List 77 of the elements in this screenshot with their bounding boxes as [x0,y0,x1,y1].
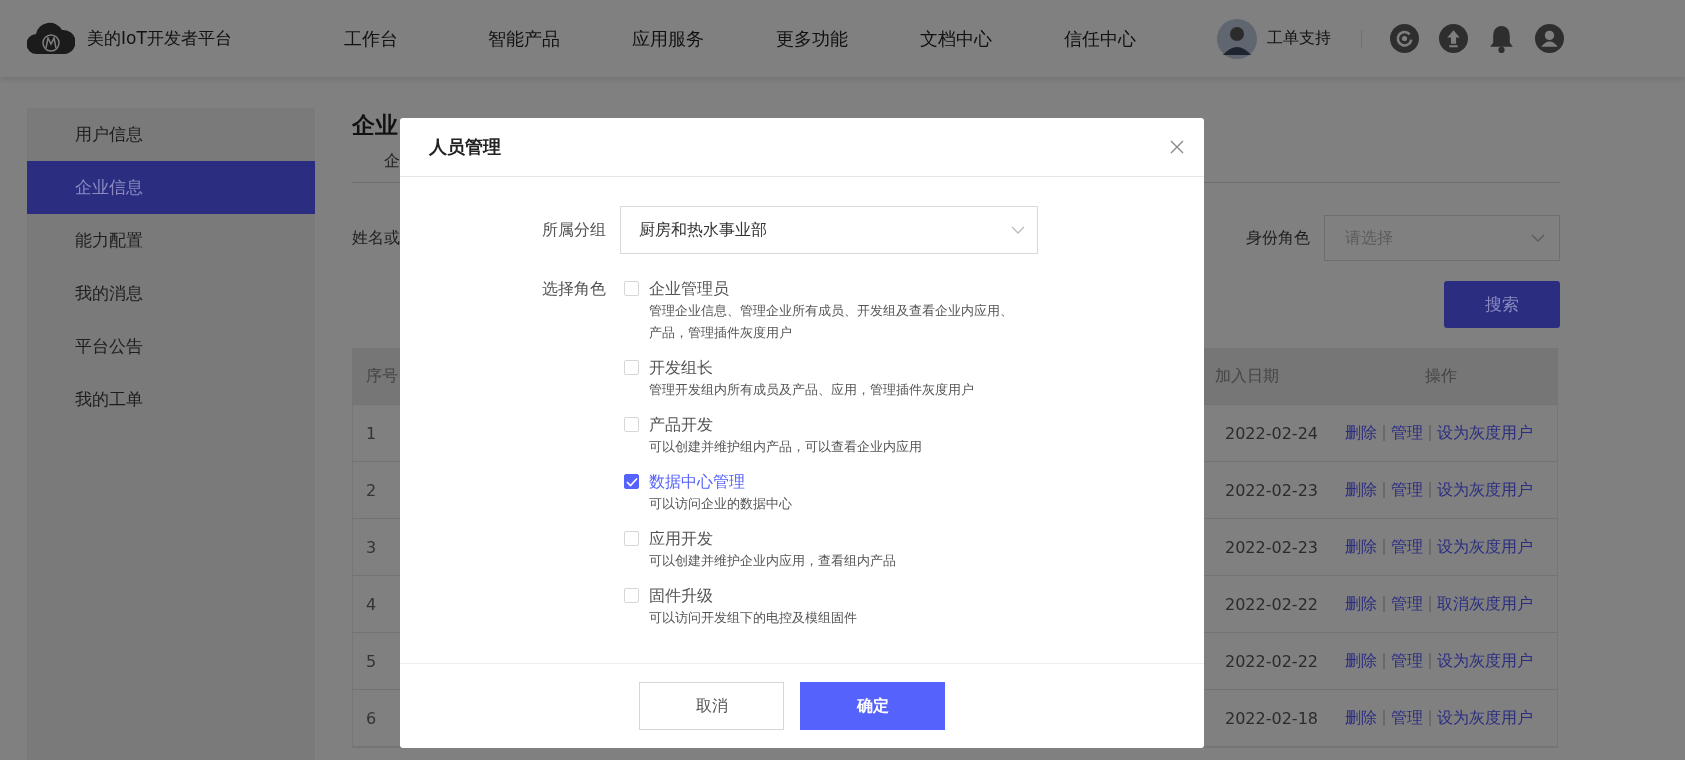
chevron-down-icon [1531,234,1545,242]
table-cell-text: 2022-02-23 [1225,480,1319,500]
action-link[interactable]: 管理 [1391,707,1423,729]
action-link[interactable]: 删除 [1345,707,1377,729]
role-name[interactable]: 固件升级 [649,585,1024,607]
refresh-icon[interactable] [1390,24,1419,53]
cloud-logo-icon [27,21,75,56]
action-link[interactable]: 设为灰度用户 [1437,422,1533,444]
table-cell-text: 2022-02-24 [1225,423,1319,443]
table-cell-text: 2022-02-22 [1225,594,1319,614]
user-name[interactable]: 工单支持 [1267,28,1331,49]
role-description: 可以访问开发组下的电控及模组固件 [649,609,858,627]
filter-label: 身份角色 [1246,227,1310,249]
avatar-icon[interactable] [1217,18,1257,59]
action-link[interactable]: 设为灰度用户 [1437,707,1533,729]
search-button[interactable]: 搜索 [1444,281,1560,328]
table-cell-text: 4 [365,594,378,614]
role-name[interactable]: 应用开发 [649,528,1024,550]
action-link[interactable]: 管理 [1391,536,1423,558]
chevron-down-icon [1011,226,1025,234]
role-description: 可以创建并维护组内产品，可以查看企业内应用 [649,438,923,456]
field-label: 所属分组 [541,219,607,241]
filter-label: 姓名或 [352,227,400,249]
table-cell-text: 2 [365,480,378,500]
dialog-title: 人员管理 [429,135,501,159]
close-icon[interactable] [1170,140,1184,154]
upload-icon[interactable] [1439,24,1468,53]
action-link[interactable]: 设为灰度用户 [1437,650,1533,672]
action-link[interactable]: 删除 [1345,479,1377,501]
action-link[interactable]: 取消灰度用户 [1437,593,1533,615]
action-link[interactable]: 管理 [1391,479,1423,501]
table-cell-text: 2022-02-22 [1225,651,1319,671]
nav-link[interactable]: 智能产品 [488,26,632,51]
action-link[interactable]: 管理 [1391,593,1423,615]
table-cell-text: 5 [365,651,378,671]
table-cell-text: 3 [365,537,378,557]
action-link[interactable]: 管理 [1391,422,1423,444]
action-link[interactable]: 管理 [1391,650,1423,672]
sidebar-item[interactable]: 用户信息 [27,108,315,161]
role-description: 可以创建并维护企业内应用，查看组内产品 [649,552,897,570]
action-link[interactable]: 删除 [1345,536,1377,558]
role-description: 管理开发组内所有成员及产品、应用，管理插件灰度用户 [649,381,975,399]
role-name[interactable]: 企业管理员 [649,278,1024,300]
cancel-button[interactable]: 取消 [639,682,784,730]
table-cell-text: 1 [365,423,378,443]
action-link[interactable]: 设为灰度用户 [1437,479,1533,501]
role-description: 管理企业信息、管理企业所有成员、开发组及查看企业内应用、产品，管理插件灰度用户 [649,302,1014,342]
action-link[interactable]: 设为灰度用户 [1437,536,1533,558]
role-name[interactable]: 产品开发 [649,414,1024,436]
table-cell-text: 2022-02-23 [1225,537,1319,557]
nav-link[interactable]: 应用服务 [632,26,776,51]
action-link[interactable]: 删除 [1345,593,1377,615]
field-label: 选择角色 [541,278,607,300]
sidebar-item[interactable]: 企业信息 [27,161,315,214]
bell-icon[interactable] [1488,24,1515,53]
nav-link[interactable]: 文档中心 [920,26,1064,51]
role-name[interactable]: 开发组长 [649,357,1024,379]
role-name[interactable]: 数据中心管理 [649,471,1024,493]
page-title: 企业 [352,111,399,140]
table-cell-text: 6 [365,708,378,728]
sidebar-item[interactable]: 我的消息 [27,267,315,320]
nav-link[interactable]: 工作台 [344,26,488,51]
user-icon[interactable] [1535,24,1564,53]
sidebar-item[interactable]: 平台公告 [27,320,315,373]
nav-link[interactable]: 更多功能 [776,26,920,51]
confirm-button[interactable]: 确定 [800,682,945,730]
logo-text: 美的IoT开发者平台 [87,27,232,50]
action-link[interactable]: 删除 [1345,422,1377,444]
role-description: 可以访问企业的数据中心 [649,495,793,513]
nav-link[interactable]: 信任中心 [1064,26,1208,51]
sidebar-item[interactable]: 能力配置 [27,214,315,267]
action-link[interactable]: 删除 [1345,650,1377,672]
group-select[interactable]: 厨房和热水事业部 [620,206,1038,254]
sidebar-item[interactable]: 我的工单 [27,373,315,426]
checkbox[interactable] [624,474,639,489]
table-cell-text: 2022-02-18 [1225,708,1319,728]
tab[interactable]: 企 [384,150,400,172]
